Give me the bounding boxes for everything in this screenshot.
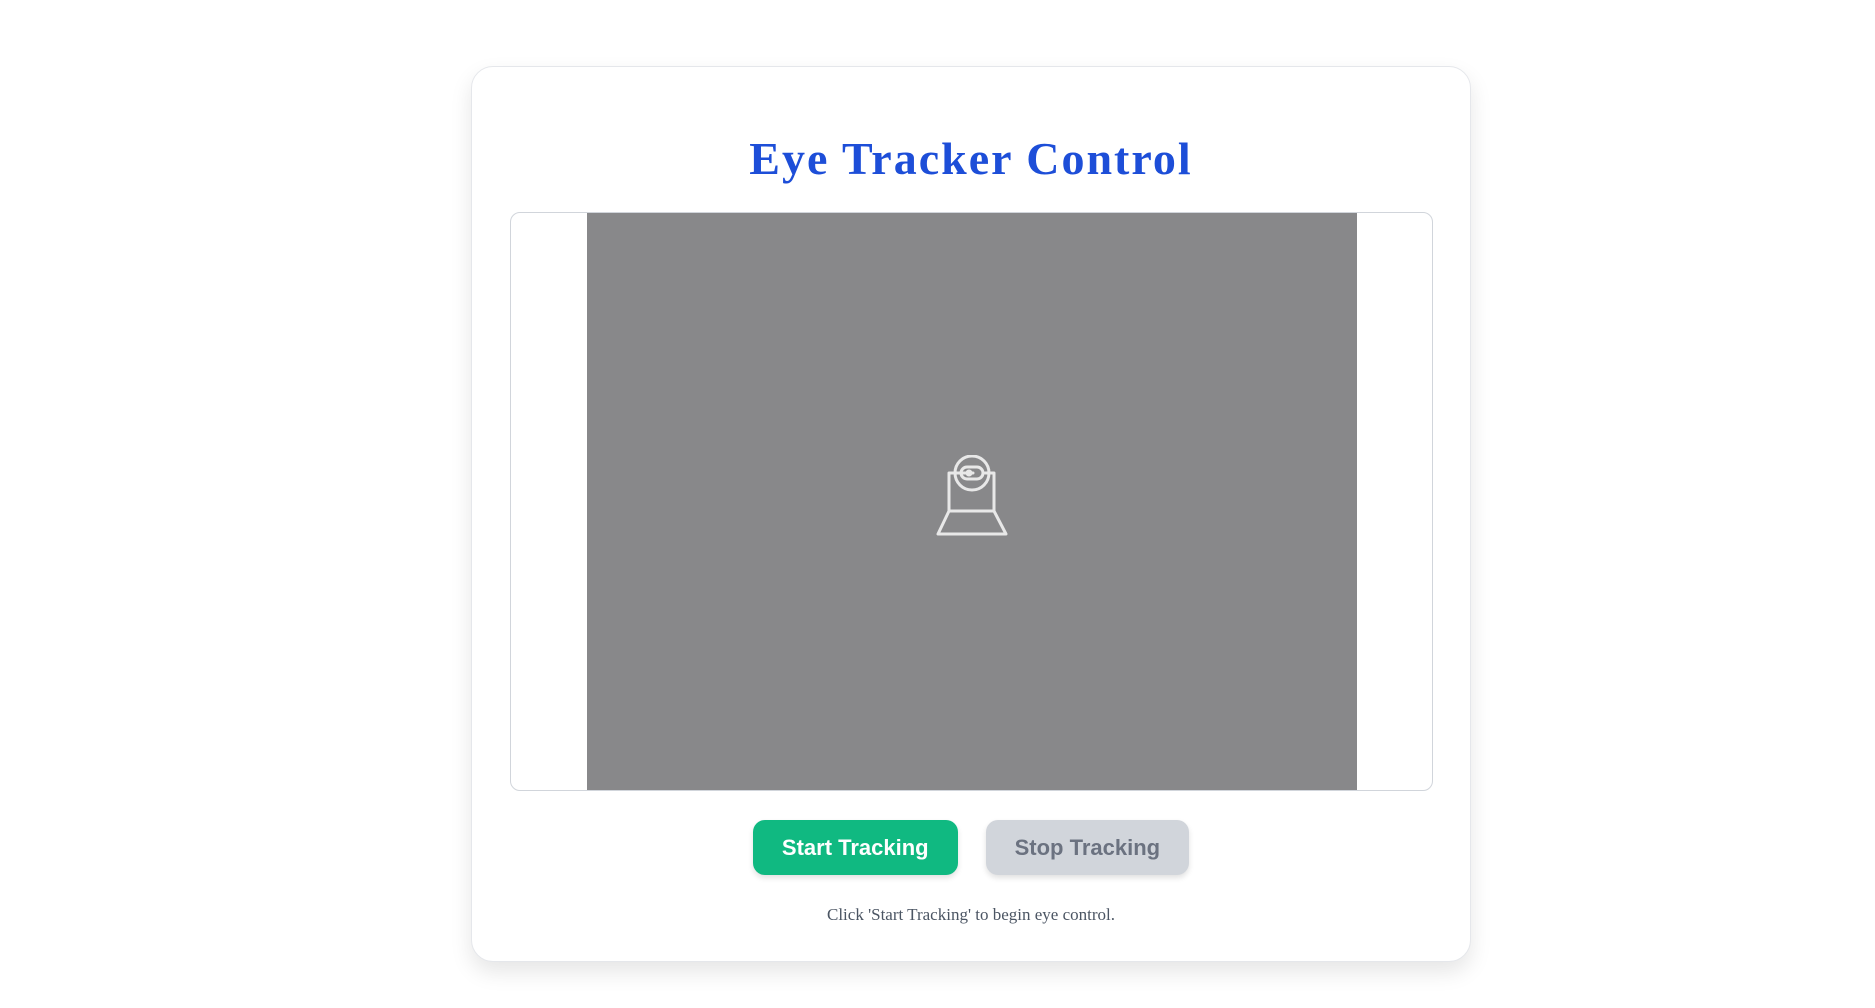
video-feed [587,213,1357,790]
webcam-icon [936,455,1008,536]
page-title: Eye Tracker Control [749,133,1193,184]
video-container [510,212,1433,791]
start-tracking-button[interactable]: Start Tracking [752,820,958,875]
stop-tracking-button[interactable]: Stop Tracking [985,820,1190,875]
status-message: Click 'Start Tracking' to begin eye cont… [826,905,1115,924]
control-buttons: Start Tracking Stop Tracking [472,820,1470,875]
control-card: Eye Tracker Control Start Tracking Stop … [471,66,1471,962]
